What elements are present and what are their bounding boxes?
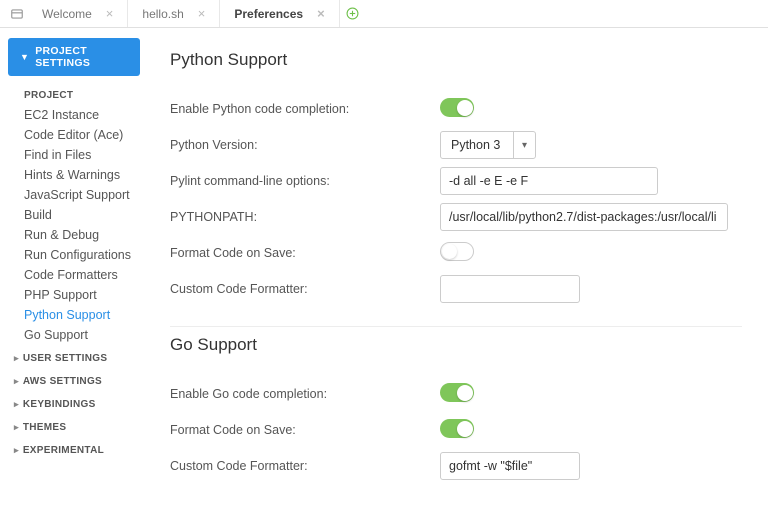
sidebar-item-ec2-instance[interactable]: EC2 Instance [0, 105, 148, 125]
close-icon[interactable]: × [317, 6, 325, 21]
label-python-enable: Enable Python code completion: [170, 102, 440, 116]
select-value: Python 3 [441, 132, 513, 158]
sidebar-section-label: EXPERIMENTAL [23, 445, 104, 456]
new-tab-button[interactable] [340, 0, 366, 27]
preferences-panel: Python Support Enable Python code comple… [148, 28, 768, 530]
sidebar-item-python-support[interactable]: Python Support [0, 305, 148, 325]
toggle-go-enable[interactable] [440, 383, 474, 402]
sidebar-section-experimental[interactable]: ▸ EXPERIMENTAL [0, 437, 148, 460]
sidebar-group-label: PROJECT [0, 86, 148, 105]
label-python-version: Python Version: [170, 138, 440, 152]
tab-preferences[interactable]: Preferences × [220, 0, 339, 27]
label-python-format-on-save: Format Code on Save: [170, 246, 440, 260]
sidebar-section-label: KEYBINDINGS [23, 399, 96, 410]
caret-right-icon: ▸ [14, 353, 19, 364]
sidebar-section-user-settings[interactable]: ▸ USER SETTINGS [0, 345, 148, 368]
sidebar-section-label: PROJECT SETTINGS [35, 45, 128, 69]
sidebar-item-hints-warnings[interactable]: Hints & Warnings [0, 165, 148, 185]
chevron-down-icon[interactable]: ▾ [513, 132, 535, 158]
divider [170, 326, 742, 327]
select-python-version[interactable]: Python 3 ▾ [440, 131, 536, 159]
sidebar-section-aws-settings[interactable]: ▸ AWS SETTINGS [0, 368, 148, 391]
section-title-go: Go Support [170, 335, 742, 355]
toggle-python-enable[interactable] [440, 98, 474, 117]
toggle-python-format-on-save[interactable] [440, 242, 474, 261]
tab-hello-sh[interactable]: hello.sh × [128, 0, 220, 27]
sidebar-section-project-settings[interactable]: ▼ PROJECT SETTINGS [8, 38, 140, 76]
section-title-python: Python Support [170, 50, 742, 70]
tab-label: hello.sh [142, 7, 183, 21]
caret-right-icon: ▸ [14, 399, 19, 410]
sidebar-item-php-support[interactable]: PHP Support [0, 285, 148, 305]
sidebar-item-go-support[interactable]: Go Support [0, 325, 148, 345]
sidebar-item-code-formatters[interactable]: Code Formatters [0, 265, 148, 285]
settings-sidebar: ▼ PROJECT SETTINGS PROJECT EC2 InstanceC… [0, 28, 148, 530]
label-pythonpath: PYTHONPATH: [170, 210, 440, 224]
label-go-format-on-save: Format Code on Save: [170, 423, 440, 437]
sidebar-section-label: USER SETTINGS [23, 353, 107, 364]
caret-right-icon: ▸ [14, 445, 19, 456]
input-go-formatter[interactable] [440, 452, 580, 480]
caret-down-icon: ▼ [20, 52, 29, 62]
caret-right-icon: ▸ [14, 376, 19, 387]
sidebar-section-label: THEMES [23, 422, 66, 433]
sidebar-item-javascript-support[interactable]: JavaScript Support [0, 185, 148, 205]
label-go-formatter: Custom Code Formatter: [170, 459, 440, 473]
sidebar-item-run-debug[interactable]: Run & Debug [0, 225, 148, 245]
app-menu-icon[interactable] [6, 0, 28, 27]
sidebar-section-keybindings[interactable]: ▸ KEYBINDINGS [0, 391, 148, 414]
tab-label: Preferences [234, 7, 303, 21]
input-pythonpath[interactable] [440, 203, 728, 231]
toggle-go-format-on-save[interactable] [440, 419, 474, 438]
sidebar-item-run-configurations[interactable]: Run Configurations [0, 245, 148, 265]
input-python-formatter[interactable] [440, 275, 580, 303]
sidebar-section-themes[interactable]: ▸ THEMES [0, 414, 148, 437]
label-python-formatter: Custom Code Formatter: [170, 282, 440, 296]
label-pylint-options: Pylint command-line options: [170, 174, 440, 188]
tab-welcome[interactable]: Welcome × [28, 0, 128, 27]
sidebar-item-code-editor-ace-[interactable]: Code Editor (Ace) [0, 125, 148, 145]
caret-right-icon: ▸ [14, 422, 19, 433]
sidebar-item-find-in-files[interactable]: Find in Files [0, 145, 148, 165]
sidebar-section-label: AWS SETTINGS [23, 376, 102, 387]
input-pylint-options[interactable] [440, 167, 658, 195]
close-icon[interactable]: × [106, 6, 114, 21]
sidebar-item-build[interactable]: Build [0, 205, 148, 225]
tab-label: Welcome [42, 7, 92, 21]
close-icon[interactable]: × [198, 6, 206, 21]
tab-bar: Welcome × hello.sh × Preferences × [0, 0, 768, 28]
label-go-enable: Enable Go code completion: [170, 387, 440, 401]
